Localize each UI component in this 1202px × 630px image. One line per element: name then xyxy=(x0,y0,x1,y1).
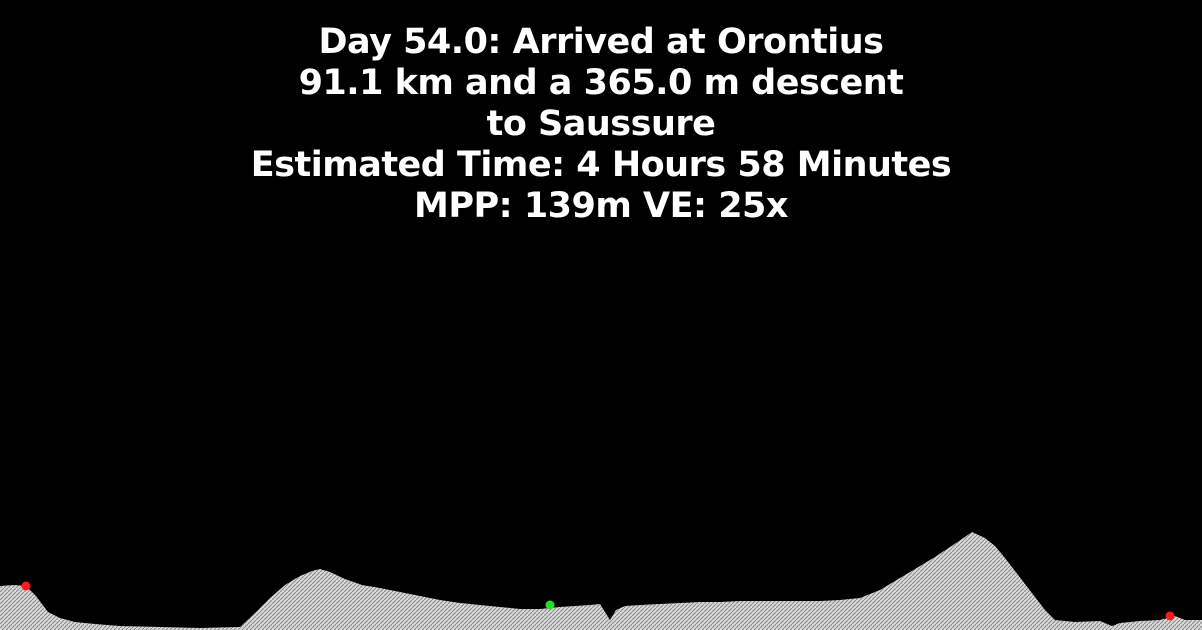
terrain-profile xyxy=(0,532,1202,630)
start-location-marker xyxy=(21,581,31,591)
end-location-marker xyxy=(1165,611,1175,621)
elevation-profile xyxy=(0,532,1202,630)
current-position-marker xyxy=(545,600,555,610)
